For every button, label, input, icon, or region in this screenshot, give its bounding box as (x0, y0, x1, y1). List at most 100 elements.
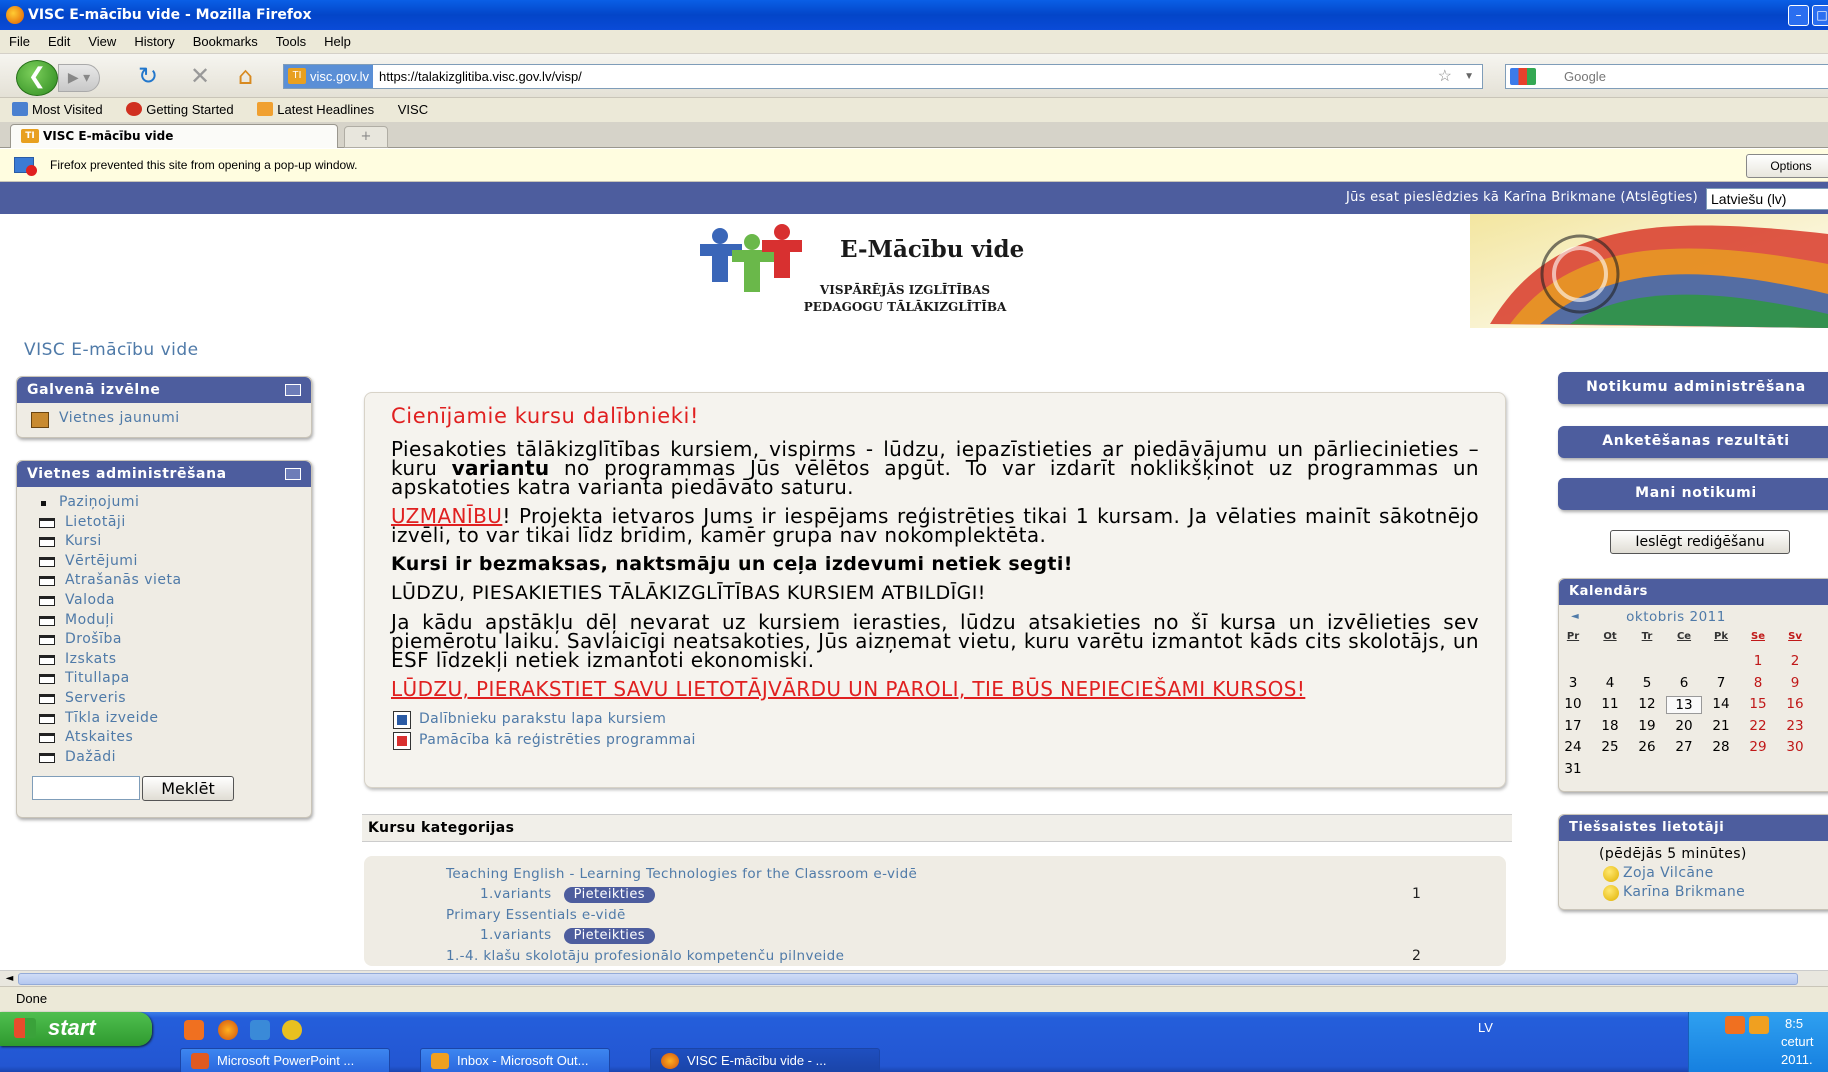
google-icon[interactable] (1510, 68, 1536, 85)
bookmark-star-icon[interactable]: ☆ (1438, 65, 1452, 88)
new-tab-button[interactable]: + (344, 126, 388, 148)
bookmark-visc[interactable]: VISC (398, 102, 438, 117)
calendar-day[interactable]: 12 (1629, 696, 1665, 712)
language-select[interactable]: Latviešu (lv) (1706, 188, 1828, 210)
chevron-down-icon[interactable]: ▼ (1464, 65, 1474, 88)
admin-item-networking[interactable]: Tīkla izveide (17, 709, 311, 729)
maximize-button[interactable]: □ (1812, 5, 1828, 26)
login-info[interactable]: Jūs esat pieslēdzies kā Karīna Brikmane … (1346, 190, 1698, 205)
apply-button[interactable]: Pieteikties (563, 928, 655, 944)
event-admin-button[interactable]: Notikumu administrēšana (1558, 372, 1828, 404)
search-input[interactable]: Google (1505, 64, 1828, 89)
collapse-icon[interactable] (285, 468, 301, 480)
admin-item-language[interactable]: Valoda (17, 591, 311, 611)
bookmark-latest-headlines[interactable]: Latest Headlines (257, 102, 384, 117)
outlook-quicklaunch-icon[interactable] (184, 1020, 204, 1040)
admin-item-appearance[interactable]: Izskats (17, 650, 311, 670)
menu-file[interactable]: File (0, 30, 39, 49)
task-firefox[interactable]: VISC E-mācību vide - ... (650, 1048, 880, 1072)
calendar-day[interactable]: 3 (1555, 675, 1591, 691)
signature-sheet-link[interactable]: Dalībnieku parakstu lapa kursiem (391, 709, 1479, 730)
category-link[interactable]: Teaching English - Learning Technologies… (446, 866, 917, 882)
admin-item-misc[interactable]: Dažādi (17, 748, 311, 768)
admin-item-courses[interactable]: Kursi (17, 532, 311, 552)
calendar-month[interactable]: oktobris 2011 (1626, 609, 1726, 625)
category-link[interactable]: Primary Essentials e-vidē (446, 907, 626, 923)
minimize-button[interactable]: – (1788, 5, 1809, 26)
my-events-button[interactable]: Mani notikumi (1558, 478, 1828, 510)
calendar-day[interactable]: 25 (1592, 739, 1628, 755)
calendar-day[interactable]: 4 (1592, 675, 1628, 691)
calendar-day[interactable]: 16 (1777, 696, 1813, 712)
home-icon[interactable]: ⌂ (238, 62, 253, 90)
registration-guide-link[interactable]: Pamācība kā reģistrēties programmai (391, 730, 1479, 751)
clock-time[interactable]: 8:5 (1785, 1016, 1803, 1031)
calendar-day[interactable]: 11 (1592, 696, 1628, 712)
calendar-day[interactable]: 9 (1777, 675, 1813, 691)
calendar-day[interactable]: 15 (1740, 696, 1776, 712)
menu-help[interactable]: Help (315, 30, 360, 49)
calendar-day[interactable]: 6 (1666, 675, 1702, 691)
horizontal-scrollbar[interactable]: ◄ (0, 970, 1828, 986)
menu-item-site-news[interactable]: Vietnes jaunumi (17, 409, 311, 429)
survey-results-button[interactable]: Anketēšanas rezultāti (1558, 426, 1828, 458)
tray-app-icon[interactable] (1725, 1016, 1745, 1034)
calendar-day[interactable]: 5 (1629, 675, 1665, 691)
calendar-day[interactable]: 30 (1777, 739, 1813, 755)
site-identity-badge[interactable]: TI visc.gov.lv (284, 65, 373, 88)
calendar-day[interactable]: 24 (1555, 739, 1591, 755)
calendar-day[interactable]: 26 (1629, 739, 1665, 755)
firefox-quicklaunch-icon[interactable] (218, 1020, 238, 1040)
task-outlook[interactable]: Inbox - Microsoft Out... (420, 1048, 610, 1072)
collapse-icon[interactable] (285, 384, 301, 396)
options-button[interactable]: Options (1746, 154, 1828, 178)
admin-item-reports[interactable]: Atskaites (17, 728, 311, 748)
stop-icon[interactable]: ✕ (190, 62, 210, 90)
calendar-today[interactable]: 13 (1666, 696, 1702, 714)
admin-item-grades[interactable]: Vērtējumi (17, 552, 311, 572)
calendar-day[interactable]: 22 (1740, 718, 1776, 734)
tray-outlook-icon[interactable] (1749, 1016, 1769, 1034)
calendar-day[interactable]: 10 (1555, 696, 1591, 712)
back-button[interactable]: ❮ (16, 60, 58, 96)
forward-button[interactable]: ▶ ▾ (58, 64, 100, 92)
calendar-day[interactable]: 27 (1666, 739, 1702, 755)
calendar-day[interactable]: 18 (1592, 718, 1628, 734)
tab-visc[interactable]: TI VISC E-mācību vide (10, 124, 338, 148)
calendar-day[interactable]: 1 (1740, 653, 1776, 669)
admin-search-input[interactable] (32, 776, 140, 800)
menu-tools[interactable]: Tools (267, 30, 315, 49)
admin-item-modules[interactable]: Moduļi (17, 611, 311, 631)
task-powerpoint[interactable]: Microsoft PowerPoint ... (180, 1048, 390, 1072)
address-bar[interactable]: TI visc.gov.lv https://talakizglitiba.visc… (283, 64, 1483, 89)
search-button[interactable]: Meklēt (142, 776, 234, 801)
menu-history[interactable]: History (125, 30, 183, 49)
scroll-left-icon[interactable]: ◄ (2, 971, 17, 986)
calendar-day[interactable]: 8 (1740, 675, 1776, 691)
variant-link[interactable]: 1.variants (480, 886, 552, 902)
site-title[interactable]: VISC E-mācību vide (24, 340, 199, 360)
calendar-day[interactable]: 7 (1703, 675, 1739, 691)
variant-link[interactable]: 1.variants (480, 927, 552, 943)
calendar-day[interactable]: 28 (1703, 739, 1739, 755)
calendar-day[interactable]: 14 (1703, 696, 1739, 712)
admin-item-users[interactable]: Lietotāji (17, 513, 311, 533)
category-link[interactable]: 1.-4. klašu skolotāju profesionālo kompe… (446, 948, 844, 964)
reload-icon[interactable]: ↻ (138, 62, 158, 90)
calendar-day[interactable]: 20 (1666, 718, 1702, 734)
menu-bookmarks[interactable]: Bookmarks (184, 30, 267, 49)
menu-edit[interactable]: Edit (39, 30, 79, 49)
admin-item-security[interactable]: Drošība (17, 630, 311, 650)
calendar-day[interactable]: 2 (1777, 653, 1813, 669)
online-user[interactable]: Karīna Brikmane (1559, 883, 1828, 902)
ie-quicklaunch-icon[interactable] (250, 1020, 270, 1040)
calendar-day[interactable]: 31 (1555, 761, 1591, 777)
admin-item-frontpage[interactable]: Titullapa (17, 669, 311, 689)
calendar-day[interactable]: 29 (1740, 739, 1776, 755)
calendar-day[interactable]: 21 (1703, 718, 1739, 734)
menu-view[interactable]: View (79, 30, 125, 49)
start-button[interactable]: start (0, 1012, 152, 1046)
admin-item-server[interactable]: Serveris (17, 689, 311, 709)
media-quicklaunch-icon[interactable] (282, 1020, 302, 1040)
calendar-day[interactable]: 23 (1777, 718, 1813, 734)
